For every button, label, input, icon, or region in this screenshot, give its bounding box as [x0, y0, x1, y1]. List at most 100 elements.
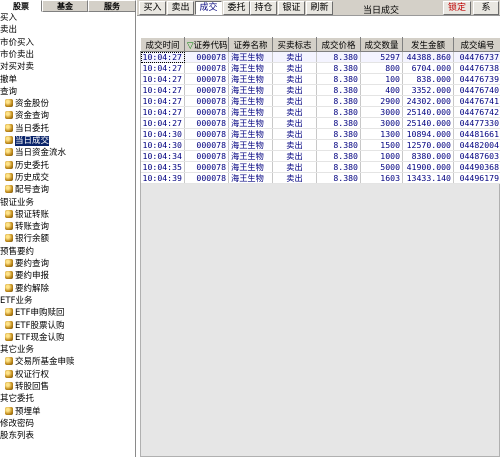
toolbar-button-4[interactable]: 持仓	[250, 1, 277, 15]
table-cell: 000078	[184, 172, 229, 184]
tree-item[interactable]: ETF申购赎回	[5, 308, 64, 319]
table-cell: 000078	[184, 84, 229, 96]
system-button[interactable]: 系	[473, 1, 499, 15]
table-cell: 04476739	[453, 73, 500, 85]
tree-item[interactable]: 对买对卖	[0, 62, 34, 73]
lock-button[interactable]: 锁定	[443, 1, 471, 15]
toolbar-button-2[interactable]: 成交	[195, 1, 222, 15]
toolbar-button-5[interactable]: 银证	[278, 1, 305, 15]
table-cell: 10:04:27	[140, 73, 185, 85]
table-cell: 8.380	[316, 95, 361, 107]
table-row[interactable]: 10:04:39 000078 海王生物 卖出 8.380 1603 13433.140 04…	[140, 172, 500, 184]
tree-item[interactable]: 要约查询	[5, 259, 49, 270]
table-cell: 卖出	[272, 106, 317, 118]
table-cell: 海王生物	[228, 161, 273, 173]
table-row[interactable]: 10:04:30 000078 海王生物 卖出 8.380 1300 10894.000 04…	[140, 128, 500, 140]
tree-item[interactable]: 其它业务	[0, 345, 34, 356]
tree-item[interactable]: ETF现金认购	[5, 332, 65, 344]
table-cell: 3000	[360, 106, 403, 118]
table-cell: 1000	[360, 150, 403, 162]
toolbar-button-1[interactable]: 卖出	[167, 1, 194, 15]
tree-item[interactable]: 卖出	[0, 25, 17, 36]
column-header[interactable]: ▽证券代码	[184, 37, 229, 52]
toolbar-button-6[interactable]: 刷新	[306, 1, 333, 15]
table-cell: 海王生物	[228, 128, 273, 140]
tree-item[interactable]: ETF股票认购	[5, 320, 64, 332]
left-tab-2[interactable]: 服务	[88, 0, 136, 12]
table-cell: 13433.140	[402, 172, 454, 184]
tree-item[interactable]: 转股回售	[5, 382, 49, 393]
tree-item[interactable]: 权证行权	[5, 369, 49, 381]
table-cell: 10:04:27	[140, 51, 185, 63]
tree-item[interactable]: 撤单	[0, 75, 17, 86]
tree-item[interactable]: ETF业务	[0, 296, 32, 307]
table-cell: 海王生物	[228, 62, 273, 74]
tree-item-label: 其它业务	[0, 345, 35, 356]
tree-item[interactable]: 市价卖出	[0, 50, 34, 61]
tree-item[interactable]: 交易所基金申赎	[5, 357, 75, 368]
table-row[interactable]: 10:04:30 000078 海王生物 卖出 8.380 1500 12570.000 04…	[140, 139, 500, 151]
tree-item[interactable]: 当日资金流水	[5, 148, 66, 159]
tree-item-label: 交易所基金申赎	[15, 357, 75, 368]
tree-item[interactable]: 当日委托	[5, 123, 49, 135]
tree-item-label: ETF现金认购	[15, 332, 65, 343]
tree-item[interactable]: 要约申报	[5, 271, 49, 282]
tree-item[interactable]: 市价买入	[0, 38, 34, 49]
table-cell: 000078	[184, 95, 229, 107]
trades-table[interactable]: 成交时间 ▽证券代码 证券名称 买卖标志 成交价格 成交数量 发生金额 成交编号 10:04:…	[140, 37, 500, 184]
tree-item-label: 银证转账	[15, 209, 50, 220]
table-cell: 100	[360, 73, 403, 85]
toolbar-button-0[interactable]: 买入	[139, 1, 166, 15]
tree-node-icon	[5, 111, 13, 120]
table-cell: 44388.860	[402, 51, 454, 63]
table-row[interactable]: 10:04:34 000078 海王生物 卖出 8.380 1000 8380.000 044…	[140, 150, 500, 162]
table-row[interactable]: 10:04:35 000078 海王生物 卖出 8.380 5000 41900.000 04…	[140, 161, 500, 173]
tree-item[interactable]: 查询	[0, 87, 17, 98]
tree-item[interactable]: 股东列表	[0, 431, 34, 442]
column-header-label: 证券代码	[193, 40, 228, 51]
toolbar-button-3[interactable]: 委托	[223, 1, 250, 15]
tree-item[interactable]: 要约解除	[5, 283, 49, 295]
table-row[interactable]: 10:04:27 000078 海王生物 卖出 8.380 3000 25140.000 04…	[140, 117, 500, 129]
column-header[interactable]: 买卖标志	[272, 37, 317, 52]
table-row[interactable]: 10:04:27 000078 海王生物 卖出 8.380 2900 24302.000 04…	[140, 95, 500, 107]
tree-item[interactable]: 资金查询	[5, 111, 49, 122]
table-row[interactable]: 10:04:27 000078 海王生物 卖出 8.380 400 3352.000 0447…	[140, 84, 500, 96]
column-header[interactable]: 发生金额	[402, 37, 454, 52]
tree-item[interactable]: 配号查询	[5, 185, 49, 196]
table-row[interactable]: 10:04:27 000078 海王生物 卖出 8.380 100 838.000 04476…	[140, 73, 500, 85]
tree-item[interactable]: 资金股份	[5, 99, 49, 110]
tree-item[interactable]: 转账查询	[5, 222, 49, 233]
tree-item[interactable]: 银证业务	[0, 198, 34, 209]
table-row[interactable]: 10:04:27 000078 海王生物 卖出 8.380 3000 25140.000 04…	[140, 106, 500, 118]
column-header[interactable]: 成交价格	[316, 37, 361, 52]
table-row[interactable]: 10:04:27 000078 海王生物 卖出 8.380 5297 44388.860 04…	[140, 51, 500, 63]
column-header[interactable]: 成交数量	[360, 37, 403, 52]
tree-item-label: 要约查询	[15, 259, 50, 269]
table-cell: 8.380	[316, 62, 361, 74]
tree-item[interactable]: 当日成交	[5, 136, 50, 147]
tree-item[interactable]: 预埋单	[5, 406, 41, 418]
left-tab-1[interactable]: 基金	[42, 0, 88, 12]
table-cell: 8.380	[316, 106, 361, 118]
tree-item[interactable]: 历史委托	[5, 160, 49, 172]
tree-item-label: 修改密码	[0, 418, 35, 429]
table-cell: 04476738	[453, 62, 500, 74]
tree-item[interactable]: 预售要约	[0, 247, 34, 258]
tree-item[interactable]: 银行余额	[5, 234, 49, 245]
table-cell: 卖出	[272, 117, 317, 129]
tree-item-label: 资金股份	[15, 99, 50, 110]
table-cell: 10:04:27	[140, 117, 185, 129]
column-header[interactable]: 证券名称	[228, 37, 273, 52]
table-row[interactable]: 10:04:27 000078 海王生物 卖出 8.380 800 6704.000 0447…	[140, 62, 500, 74]
tree-item[interactable]: 买入	[0, 13, 17, 24]
column-header[interactable]: 成交编号	[453, 37, 500, 52]
tree-item[interactable]: 银证转账	[5, 209, 50, 221]
tree-item[interactable]: 其它委托	[0, 394, 34, 405]
tree-item[interactable]: 修改密码	[0, 419, 34, 430]
left-tab-0[interactable]: 股票	[0, 0, 42, 12]
table-cell: 8.380	[316, 150, 361, 162]
tree-item[interactable]: 历史成交	[5, 172, 49, 184]
table-cell: 04482004	[453, 139, 500, 151]
column-header[interactable]: 成交时间	[140, 37, 185, 52]
